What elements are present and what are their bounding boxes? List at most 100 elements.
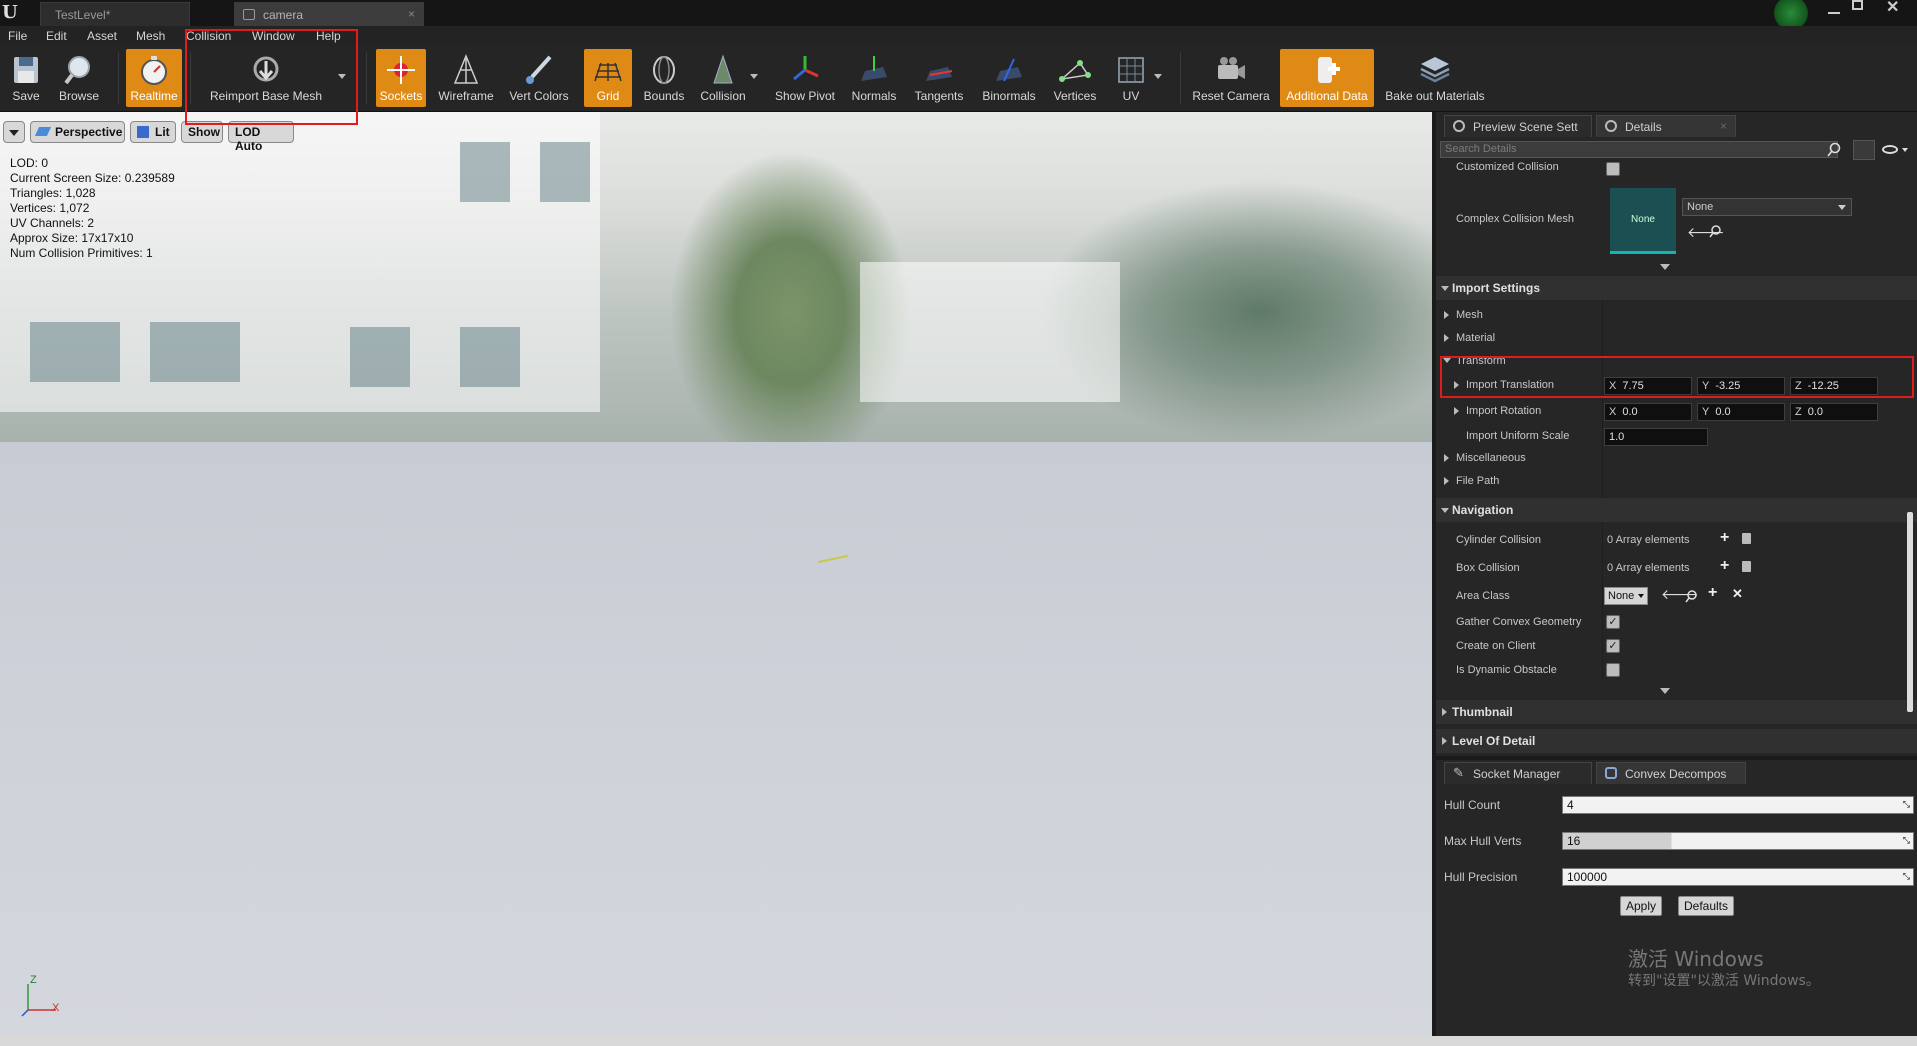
globe-icon [1453, 120, 1465, 132]
axis-z-label: Z [30, 974, 37, 986]
uv-dropdown-arrow[interactable] [1154, 74, 1162, 79]
expand-arrow-icon[interactable] [1444, 311, 1449, 319]
tangents-button[interactable]: Tangents [910, 49, 968, 107]
lit-button[interactable]: Lit [130, 121, 176, 143]
save-icon [14, 57, 38, 83]
realtime-button[interactable]: Realtime [126, 49, 182, 107]
show-pivot-button[interactable]: Show Pivot [770, 49, 840, 107]
highlight-box-import-translation [1440, 356, 1914, 398]
unreal-logo-icon[interactable]: U [2, 2, 24, 24]
expand-advanced-arrow[interactable] [1660, 688, 1670, 694]
import-settings-category[interactable]: Import Settings [1436, 276, 1917, 300]
view-options-icon[interactable] [1853, 140, 1875, 160]
menu-mesh[interactable]: Mesh [136, 29, 165, 43]
create-on-client-checkbox[interactable]: ✓ [1606, 639, 1620, 653]
close-icon[interactable]: × [1720, 119, 1727, 133]
hull-count-slider[interactable]: 4 ⤡ [1562, 796, 1914, 814]
search-details-input[interactable]: Search Details [1440, 141, 1838, 158]
wireframe-icon [453, 54, 479, 84]
navigation-category[interactable]: Navigation [1436, 498, 1917, 522]
stat-triangles: Triangles: 1,028 [10, 186, 96, 200]
box-collision-value: 0 Array elements [1607, 562, 1690, 574]
rotation-z-field[interactable]: Z 0.0 [1790, 403, 1878, 421]
minimize-icon[interactable] [1828, 2, 1840, 14]
material-group-label[interactable]: Material [1456, 332, 1495, 344]
apply-button[interactable]: Apply [1620, 896, 1662, 916]
collision-dropdown-arrow[interactable] [750, 74, 758, 79]
browse-class-icon[interactable] [1684, 589, 1698, 603]
normals-button[interactable]: Normals [848, 49, 900, 107]
expand-arrow-icon[interactable] [1444, 454, 1449, 462]
bounds-button[interactable]: Bounds [640, 49, 688, 107]
rotation-x-field[interactable]: X 0.0 [1604, 403, 1692, 421]
add-element-icon[interactable]: + [1720, 557, 1729, 575]
expand-arrow-icon [1442, 737, 1447, 745]
vertices-button[interactable]: Vertices [1048, 49, 1102, 107]
menu-asset[interactable]: Asset [87, 29, 117, 43]
reset-camera-button[interactable]: Reset Camera [1190, 49, 1272, 107]
viewport-options-button[interactable] [3, 121, 25, 143]
tab-socket-manager[interactable]: ✎ Socket Manager [1444, 762, 1592, 784]
expand-arrow-icon[interactable] [1444, 477, 1449, 485]
menu-edit[interactable]: Edit [46, 29, 67, 43]
eye-icon[interactable] [1882, 145, 1898, 154]
mesh-group-label[interactable]: Mesh [1456, 309, 1483, 321]
level-of-detail-category[interactable]: Level Of Detail [1436, 729, 1917, 753]
complex-collision-mesh-select[interactable]: None [1682, 198, 1852, 216]
save-button[interactable]: Save [6, 49, 46, 107]
viewport[interactable]: Perspective Lit Show LOD Auto LOD: 0 Cur… [0, 112, 1432, 1036]
uniform-scale-field[interactable]: 1.0 [1604, 428, 1708, 446]
hull-precision-slider[interactable]: 100000 ⤡ [1562, 868, 1914, 886]
defaults-button[interactable]: Defaults [1678, 896, 1734, 916]
grid-button[interactable]: Grid [584, 49, 632, 107]
area-class-select[interactable]: None [1604, 587, 1648, 605]
clear-icon[interactable]: ✕ [1732, 586, 1743, 602]
menu-file[interactable]: File [8, 29, 27, 43]
expand-arrow-icon[interactable] [1444, 334, 1449, 342]
trash-icon[interactable] [1742, 561, 1751, 572]
thumbnail-category[interactable]: Thumbnail [1436, 700, 1917, 724]
expand-arrow-icon[interactable] [1454, 407, 1459, 415]
file-path-group-label[interactable]: File Path [1456, 475, 1499, 487]
sockets-button[interactable]: Sockets [376, 49, 426, 107]
tab-camera[interactable]: camera × [234, 2, 424, 26]
stat-screen-size: Current Screen Size: 0.239589 [10, 171, 175, 185]
eye-dropdown-arrow[interactable] [1902, 148, 1908, 152]
close-icon[interactable]: × [408, 7, 415, 21]
miscellaneous-group-label[interactable]: Miscellaneous [1456, 452, 1526, 464]
additional-data-button[interactable]: Additional Data [1280, 49, 1374, 107]
add-element-icon[interactable]: + [1720, 529, 1729, 547]
max-hull-verts-slider[interactable]: 16 ⤡ [1562, 832, 1914, 850]
wireframe-button[interactable]: Wireframe [436, 49, 496, 107]
complex-collision-thumbnail[interactable]: None [1610, 188, 1676, 254]
windows-activation-title: 激活 Windows [1628, 947, 1764, 971]
add-icon[interactable]: + [1708, 584, 1717, 602]
rotation-y-field[interactable]: Y 0.0 [1697, 403, 1785, 421]
gather-convex-geometry-checkbox[interactable]: ✓ [1606, 615, 1620, 629]
details-scrollbar[interactable] [1907, 512, 1913, 712]
tab-details[interactable]: Details × [1596, 115, 1736, 137]
maximize-icon[interactable] [1852, 0, 1863, 10]
customized-collision-checkbox[interactable] [1606, 162, 1620, 176]
bake-out-materials-button[interactable]: Bake out Materials [1382, 49, 1488, 107]
close-window-icon[interactable]: ✕ [1886, 0, 1899, 17]
expand-icon: ⤡ [1902, 799, 1910, 809]
max-hull-verts-label: Max Hull Verts [1444, 834, 1522, 848]
search-icon[interactable] [1826, 142, 1842, 158]
gather-convex-geometry-label: Gather Convex Geometry [1456, 616, 1582, 628]
binormals-button[interactable]: Binormals [978, 49, 1040, 107]
tab-testlevel[interactable]: TestLevel* [40, 2, 190, 26]
tab-convex-decomposition[interactable]: Convex Decompos [1596, 762, 1746, 784]
uv-button[interactable]: UV [1108, 49, 1154, 107]
vert-colors-button[interactable]: Vert Colors [506, 49, 572, 107]
collision-button[interactable]: Collision [696, 49, 750, 107]
is-dynamic-obstacle-checkbox[interactable] [1606, 663, 1620, 677]
tab-preview-scene-settings[interactable]: Preview Scene Sett [1444, 115, 1592, 137]
trash-icon[interactable] [1742, 533, 1751, 544]
additional-data-icon [1318, 57, 1340, 83]
browse-asset-icon[interactable] [1708, 224, 1722, 238]
stopwatch-icon [141, 56, 167, 85]
expand-advanced-arrow[interactable] [1660, 264, 1670, 270]
perspective-button[interactable]: Perspective [30, 121, 125, 143]
browse-button[interactable]: Browse [54, 49, 104, 107]
